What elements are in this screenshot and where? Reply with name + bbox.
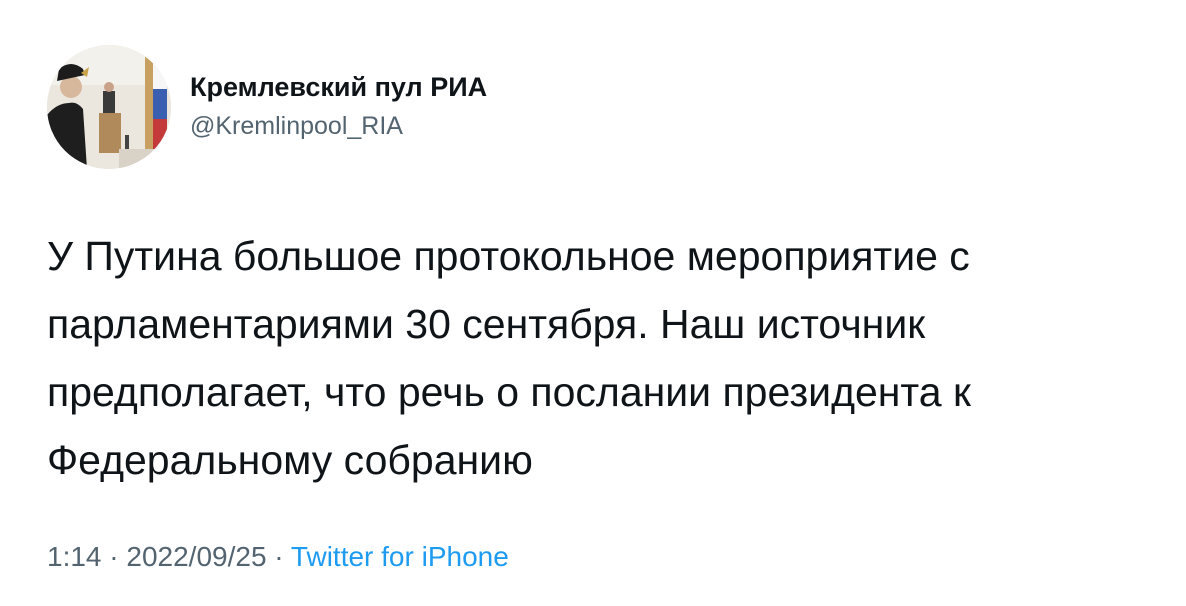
meta-separator: ·: [101, 541, 127, 572]
tweet-time[interactable]: 1:14: [47, 541, 102, 572]
meta-separator: ·: [266, 541, 291, 572]
author-display-name[interactable]: Кремлевский пул РИА: [190, 70, 487, 104]
tweet-date[interactable]: 2022/09/25: [126, 541, 266, 572]
tweet-source-link[interactable]: Twitter for iPhone: [291, 541, 509, 572]
tweet-card: Кремлевский пул РИА @Kremlinpool_RIA У П…: [0, 0, 1186, 606]
author-handle[interactable]: @Kremlinpool_RIA: [190, 111, 487, 141]
tweet-text: У Путина большое протокольное мероприяти…: [47, 233, 971, 483]
author-avatar[interactable]: [47, 45, 171, 169]
author-block: Кремлевский пул РИА @Kremlinpool_RIA: [190, 70, 487, 141]
tweet-metadata: 1:14 · 2022/09/25 · Twitter for iPhone: [47, 540, 509, 574]
avatar-photo: [47, 45, 171, 169]
